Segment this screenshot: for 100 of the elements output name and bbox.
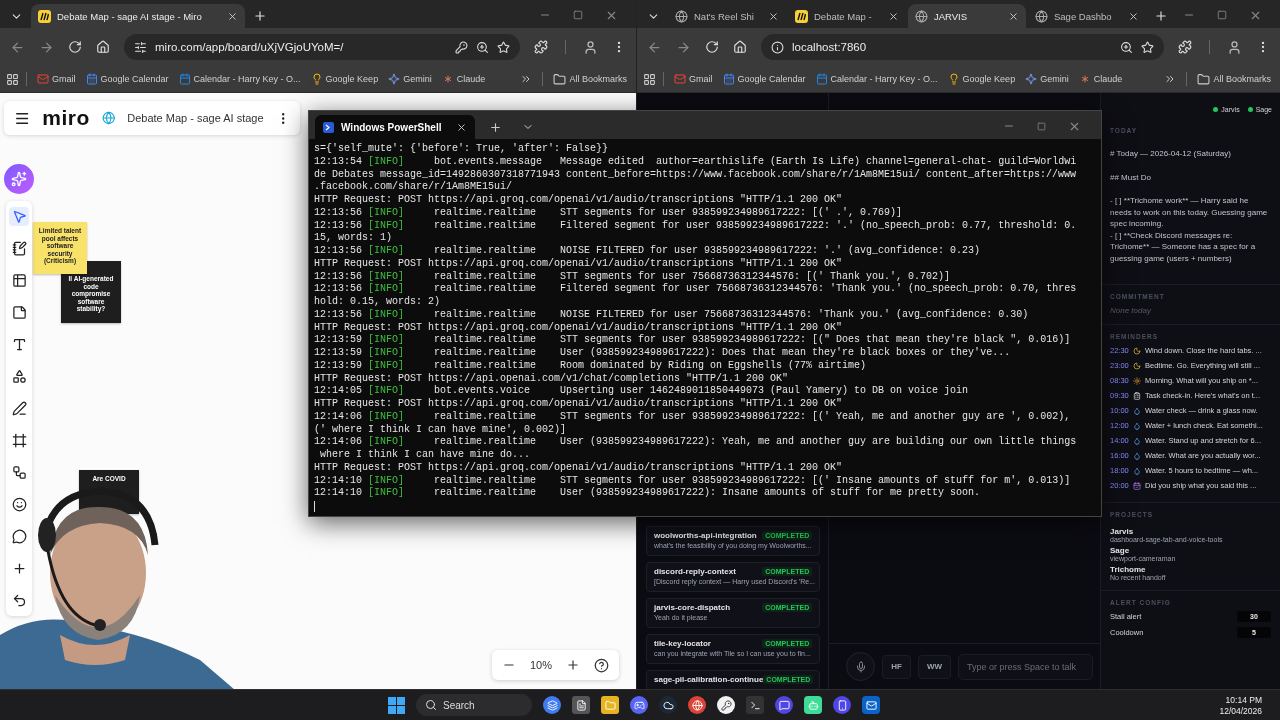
terminal-icon: [749, 699, 761, 711]
voice-mode-button[interactable]: HF: [882, 654, 911, 679]
profile-icon[interactable]: [583, 39, 598, 55]
forward-icon[interactable]: [39, 39, 54, 55]
taskbar-app[interactable]: [630, 696, 648, 714]
browser-tab[interactable]: Debate Map - sage AI stage - Miro: [31, 4, 245, 28]
bookmark-link[interactable]: Claude: [438, 71, 489, 87]
back-icon[interactable]: [10, 39, 25, 55]
bookmark-link[interactable]: Google Keep: [307, 71, 382, 87]
star-icon[interactable]: [1141, 40, 1154, 54]
new-tab-icon[interactable]: [253, 9, 267, 23]
project-name: Sage: [1110, 546, 1131, 555]
site-settings-icon[interactable]: [134, 40, 147, 54]
close-icon[interactable]: [888, 10, 899, 22]
taskbar-app[interactable]: [862, 696, 880, 714]
address-bar[interactable]: miro.com/app/board/uXjVGjoUYoM=/: [124, 34, 520, 60]
taskbar-app[interactable]: [717, 696, 735, 714]
board-app-icon: [38, 9, 51, 23]
clock-time[interactable]: 10:14 PM: [1225, 694, 1262, 705]
terminal-tab[interactable]: Windows PowerShell: [315, 115, 475, 139]
zoom-icon[interactable]: [476, 40, 489, 54]
bookmark-folder[interactable]: All Bookmarks: [550, 70, 630, 88]
close-icon[interactable]: [1128, 10, 1139, 22]
log-line: 12:14:10 [INFO] realtime.realtime STT segments for user 938599234989617222: [(' Insane amounts of stuff for m', 0.013)]: [314, 474, 1072, 487]
taskbar-app[interactable]: [775, 696, 793, 714]
mic-button[interactable]: [846, 652, 876, 681]
star-icon[interactable]: [497, 40, 510, 54]
forward-icon[interactable]: [676, 39, 691, 55]
profile-icon[interactable]: [1227, 39, 1242, 55]
clock-date[interactable]: 12/04/2026: [1219, 705, 1262, 716]
voice-mode-button[interactable]: WW: [917, 654, 951, 679]
info-icon[interactable]: [771, 40, 784, 54]
log-line: 12:13:56 [INFO] realtime.realtime Filtered segment for user 938599234989617222: '.' (no_speech_prob: 0.77, threshold: 0.15, words: 1): [314, 219, 1078, 245]
new-tab-icon[interactable]: [1154, 9, 1168, 23]
close-icon[interactable]: [1008, 10, 1019, 22]
browser-tab[interactable]: JARVIS: [908, 4, 1026, 28]
log-line: 12:13:59 [INFO] realtime.realtime STT segments for user 938599234989617222: [(" Does that mean they're black ", 0.016)]: [314, 334, 1072, 347]
zoom-in-icon[interactable]: [566, 658, 581, 672]
maximize-icon[interactable]: [573, 10, 583, 20]
bookmark-link[interactable]: Calendar - Harry Key - O...: [175, 71, 304, 87]
bookmark-link[interactable]: Gmail: [671, 71, 716, 87]
extensions-icon[interactable]: [1178, 40, 1192, 54]
zoom-level[interactable]: 10%: [530, 659, 553, 671]
plus-icon: [11, 561, 27, 576]
bookmark-link[interactable]: Gmail: [34, 71, 79, 87]
folder-icon: [604, 699, 616, 711]
log-line: s={'self_mute': {'before': True, 'after': False}}: [314, 143, 610, 156]
address-bar[interactable]: localhost:7860: [761, 34, 1164, 60]
zoom-icon[interactable]: [1120, 40, 1133, 54]
start-icon[interactable]: [388, 696, 405, 714]
bookmark-link[interactable]: Gemini: [385, 71, 435, 87]
apps-icon[interactable]: [643, 72, 656, 86]
document-icon: [575, 699, 587, 711]
extensions-icon[interactable]: [534, 40, 548, 54]
browser-tab[interactable]: Nat's Reel Shi: [668, 4, 786, 28]
note-text: - [ ] **Trichome work** — Harry said he needs to work on this today. Guessing game spec incoming. - [ ] **Check Discord messages re: Trichome** — Someone has a spec for a guessing game (users + numbers): [1110, 195, 1269, 264]
taskbar-app[interactable]: [804, 696, 822, 714]
close-icon[interactable]: [768, 10, 779, 22]
board-title[interactable]: Debate Map - sage AI stage: [127, 112, 264, 124]
chat-icon: [778, 699, 790, 711]
close-icon[interactable]: [456, 121, 467, 133]
taskbar-app[interactable]: [833, 696, 851, 714]
home-icon[interactable]: [96, 40, 110, 54]
bookmark-link[interactable]: Google Calendar: [719, 71, 809, 87]
log-line: 12:13:59 [INFO] realtime.realtime User (938599234989617222): Does that mean they're black boxes or they've...: [314, 347, 1012, 360]
mail-icon: [865, 699, 877, 711]
browser-tab[interactable]: Sage Dashbo: [1028, 4, 1146, 28]
browser-tab[interactable]: Debate Map -: [788, 4, 906, 28]
taskbar-app[interactable]: [659, 696, 677, 714]
message-input[interactable]: Type or press Space to talk: [958, 653, 1093, 680]
ai-sparkle-button[interactable]: [4, 164, 34, 194]
bookmark-folder[interactable]: All Bookmarks: [1194, 70, 1274, 88]
bookmark-link[interactable]: Gemini: [1022, 71, 1072, 87]
commitment-text: None today: [1110, 306, 1152, 315]
maximize-icon[interactable]: [1217, 10, 1227, 20]
bookmark-link[interactable]: Calendar - Harry Key - O...: [812, 71, 941, 87]
globe-icon: [1035, 9, 1048, 23]
key-icon[interactable]: [455, 40, 468, 54]
clipboard-icon: [1133, 391, 1141, 400]
bookmark-link[interactable]: Google Calendar: [82, 71, 172, 87]
bookmark-link[interactable]: Claude: [1075, 71, 1126, 87]
sparkle-icon: [388, 73, 401, 85]
search-field[interactable]: Search: [416, 694, 532, 716]
apps-icon[interactable]: [6, 72, 19, 86]
back-icon[interactable]: [647, 39, 662, 55]
taskbar-app[interactable]: [688, 696, 706, 714]
new-tab-icon[interactable]: [489, 120, 502, 134]
home-icon[interactable]: [733, 40, 747, 54]
reload-icon[interactable]: [68, 40, 82, 54]
bookmark-link[interactable]: Google Keep: [944, 71, 1019, 87]
sticky-note-icon: [11, 305, 27, 320]
task-name: woolworths-api-integration: [654, 531, 757, 540]
help-icon[interactable]: [594, 657, 610, 673]
close-icon[interactable]: [227, 10, 238, 22]
taskbar-app[interactable]: [572, 696, 590, 714]
comment-icon: [11, 529, 27, 544]
taskbar-app[interactable]: [543, 696, 561, 714]
task-name: jarvis-core-dispatch: [654, 603, 731, 612]
reload-icon[interactable]: [705, 40, 719, 54]
calendar-icon: [815, 73, 828, 85]
